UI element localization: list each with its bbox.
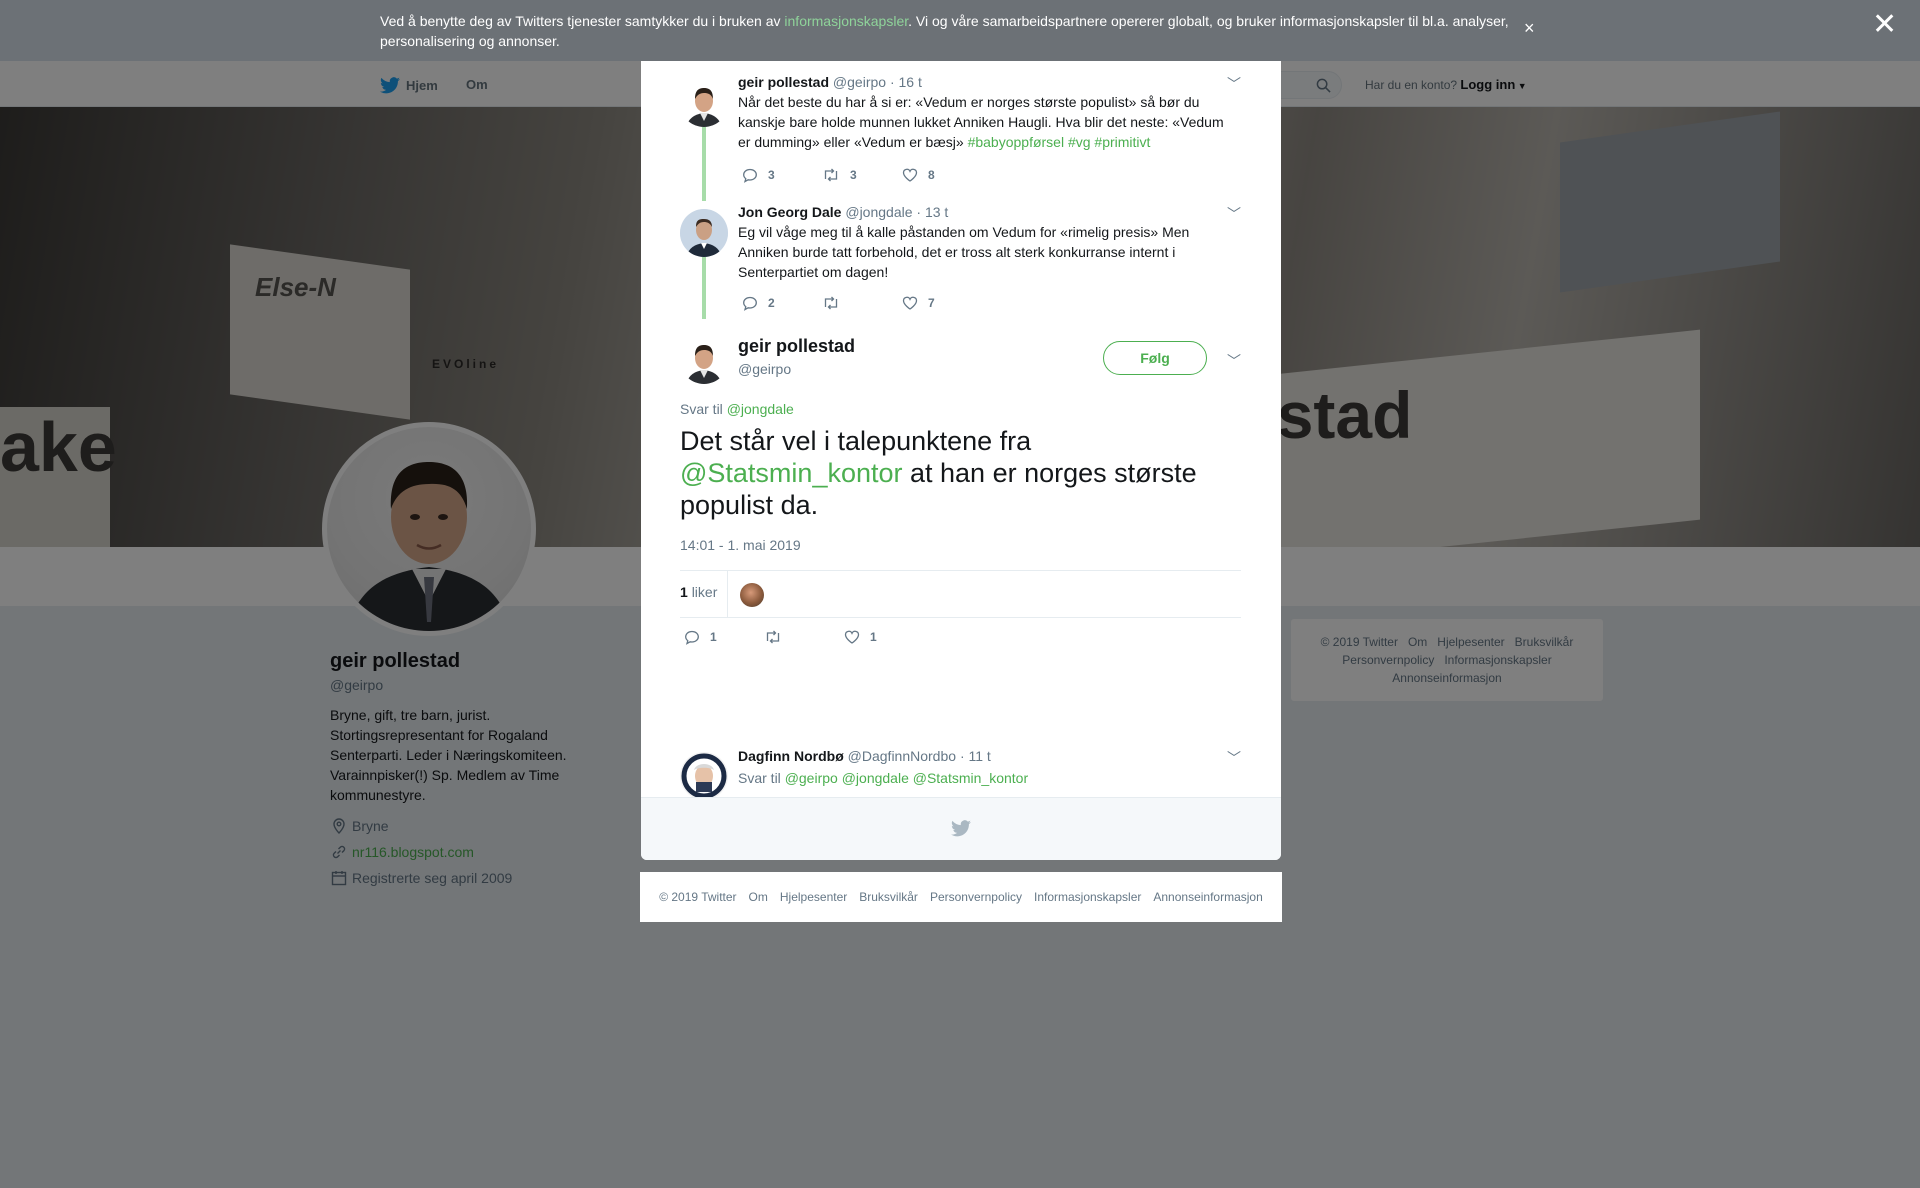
avatar-photo	[680, 209, 728, 257]
reply-count: 3	[768, 168, 775, 182]
tweet-actions: 2 7	[742, 295, 982, 311]
avatar[interactable]	[680, 209, 728, 257]
main-tweet-author-handle[interactable]: @geirpo	[738, 361, 791, 377]
reply-button[interactable]: 3	[742, 167, 822, 183]
likes-divider	[727, 571, 728, 618]
like-button[interactable]: 7	[902, 295, 982, 311]
avatar-photo	[686, 345, 722, 384]
likes-label: liker	[691, 584, 718, 600]
tweet-author-name[interactable]: geir pollestad	[738, 74, 829, 90]
tweet-time[interactable]: · 11 t	[960, 748, 991, 764]
reply-button[interactable]: 1	[684, 629, 764, 645]
footer-copyright: © 2019 Twitter	[659, 890, 737, 904]
retweet-button[interactable]	[764, 629, 844, 645]
footer-link-om[interactable]: Om	[749, 890, 768, 904]
chevron-down-icon[interactable]: ﹀	[1227, 748, 1241, 768]
reply-icon	[743, 296, 757, 311]
footer-link-terms[interactable]: Bruksvilkår	[859, 890, 918, 904]
avatar[interactable]	[680, 79, 728, 127]
reply-count: 2	[768, 296, 775, 310]
likes-summary[interactable]: 1 liker	[680, 584, 717, 600]
cookie-link[interactable]: informasjonskapsler	[784, 13, 908, 29]
tweet-text: Eg vil våge meg til å kalle påstanden om…	[738, 224, 1190, 280]
tweet-header: Dagfinn Nordbø @DagfinnNordbo · 11 t	[738, 748, 1228, 764]
replying-to-link[interactable]: @geirpo @jongdale @Statsmin_kontor	[785, 770, 1028, 786]
liker-avatar[interactable]	[740, 583, 764, 607]
cookie-banner: Ved å benytte deg av Twitters tjenester …	[0, 0, 1920, 61]
replying-to: Svar til @jongdale	[680, 401, 794, 417]
like-count: 8	[928, 168, 935, 182]
tweet-author-handle[interactable]: @DagfinnNordbo	[848, 748, 956, 764]
reply-icon	[743, 168, 757, 183]
tweet-time[interactable]: · 16 t	[890, 74, 922, 90]
close-modal-icon[interactable]: ✕	[1872, 10, 1897, 40]
footer-link-privacy[interactable]: Personvernpolicy	[930, 890, 1022, 904]
twitter-bird-icon	[951, 820, 971, 837]
chevron-down-icon[interactable]: ﹀	[1227, 74, 1241, 94]
heart-icon	[902, 168, 918, 182]
avatar-photo	[680, 752, 728, 800]
cookie-text-before: Ved å benytte deg av Twitters tjenester …	[380, 13, 785, 29]
retweet-button[interactable]	[822, 295, 902, 311]
thread-connector	[702, 121, 706, 201]
retweet-count: 3	[850, 168, 857, 182]
reply-icon	[685, 630, 699, 645]
footer-link-help[interactable]: Hjelpesenter	[780, 890, 847, 904]
main-tweet-actions: 1 1	[684, 629, 924, 645]
retweet-icon	[824, 168, 838, 182]
tweet-author-handle[interactable]: @jongdale	[845, 204, 912, 220]
footer-link-ads[interactable]: Annonseinformasjon	[1153, 890, 1262, 904]
like-count: 7	[928, 296, 935, 310]
replying-to: Svar til @geirpo @jongdale @Statsmin_kon…	[738, 768, 1228, 788]
retweet-button[interactable]: 3	[822, 167, 902, 183]
retweet-icon	[766, 630, 780, 644]
thread-tweet[interactable]: Jon Georg Dale @jongdale · 13 t Eg vil v…	[641, 191, 1281, 321]
tweet-modal: geir pollestad @geirpo · 16 t Når det be…	[641, 61, 1281, 860]
tweet-author-handle[interactable]: @geirpo	[833, 74, 886, 90]
tweet-header: Jon Georg Dale @jongdale · 13 t	[738, 204, 1228, 220]
follow-button[interactable]: Følg	[1103, 341, 1207, 375]
main-tweet-text: Det står vel i talepunktene fra @Statsmi…	[680, 425, 1240, 521]
thread-tweet[interactable]: geir pollestad @geirpo · 16 t Når det be…	[641, 61, 1281, 201]
main-tweet-avatar[interactable]	[680, 336, 728, 384]
main-tweet-timestamp[interactable]: 14:01 - 1. mai 2019	[680, 537, 801, 553]
footer-link-cookies[interactable]: Informasjonskapsler	[1034, 890, 1141, 904]
avatar-photo	[686, 88, 722, 127]
reply-button[interactable]: 2	[742, 295, 822, 311]
modal-page-footer: © 2019 Twitter Om Hjelpesenter Bruksvilk…	[640, 872, 1282, 922]
chevron-down-icon[interactable]: ﹀	[1227, 204, 1241, 224]
thread-connector	[702, 249, 706, 319]
replying-prefix: Svar til	[680, 401, 727, 417]
likes-number: 1	[680, 584, 688, 600]
tweet-actions: 3 3 8	[742, 167, 982, 183]
replying-prefix: Svar til	[738, 770, 785, 786]
reply-count: 1	[710, 630, 717, 644]
like-button[interactable]: 1	[844, 629, 924, 645]
reply-tweet[interactable]: Dagfinn Nordbø @DagfinnNordbo · 11 t Sva…	[641, 671, 1281, 845]
cookie-close-icon[interactable]: ×	[1524, 18, 1535, 39]
tweet-time[interactable]: · 13 t	[916, 204, 948, 220]
main-tweet-author-name[interactable]: geir pollestad	[738, 336, 855, 357]
replying-to-link[interactable]: @jongdale	[727, 401, 794, 417]
tweet-author-name[interactable]: Jon Georg Dale	[738, 204, 841, 220]
cookie-text: Ved å benytte deg av Twitters tjenester …	[380, 11, 1520, 51]
main-tweet-text-before: Det står vel i talepunktene fra	[680, 426, 1032, 456]
tweet-text: Når det beste du har å si er: «Vedum er …	[738, 92, 1228, 152]
likes-row: 1 liker	[680, 570, 1241, 618]
tweet-body: geir pollestad @geirpo · 16 t Når det be…	[738, 74, 1228, 152]
like-button[interactable]: 8	[902, 167, 982, 183]
heart-icon	[902, 296, 918, 310]
heart-icon	[844, 630, 860, 644]
like-count: 1	[870, 630, 877, 644]
tweet-header: geir pollestad @geirpo · 16 t	[738, 74, 1228, 90]
tweet-hashtags[interactable]: #babyoppførsel #vg #primitivt	[968, 134, 1151, 150]
retweet-icon	[824, 296, 838, 310]
modal-footer	[641, 797, 1281, 860]
avatar[interactable]	[680, 752, 728, 800]
mention-link[interactable]: @Statsmin_kontor	[680, 458, 903, 488]
tweet-body: Jon Georg Dale @jongdale · 13 t Eg vil v…	[738, 204, 1228, 282]
tweet-author-name[interactable]: Dagfinn Nordbø	[738, 748, 844, 764]
chevron-down-icon[interactable]: ﹀	[1227, 351, 1241, 371]
